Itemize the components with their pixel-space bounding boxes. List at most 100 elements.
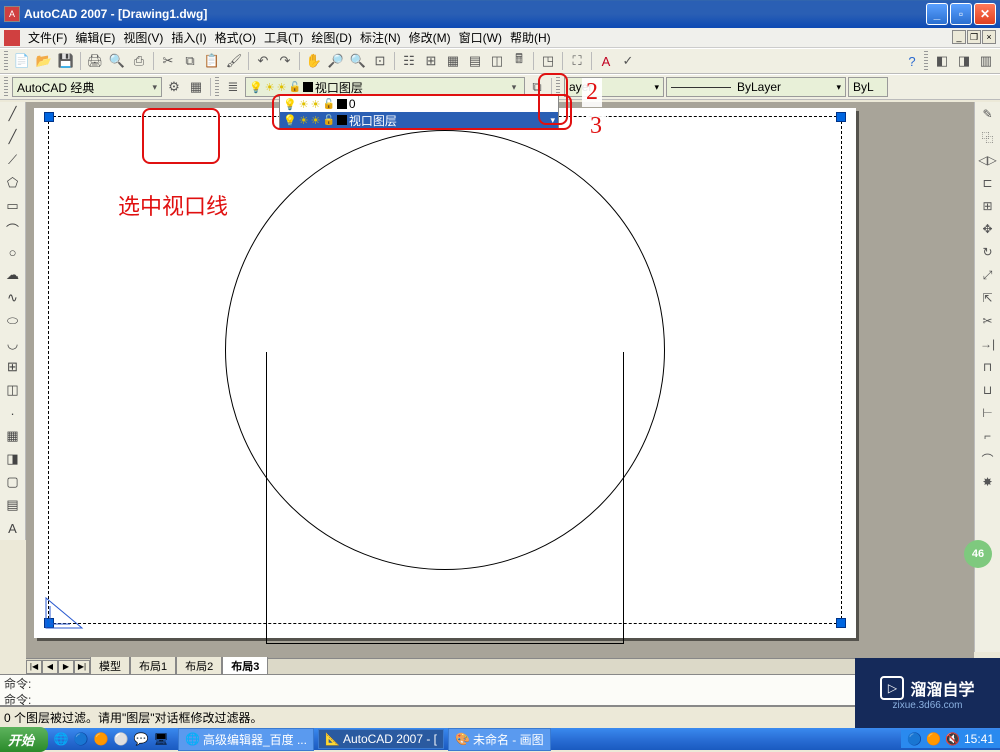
doc-minimize-button[interactable]: _ <box>952 30 966 44</box>
revcloud-icon[interactable]: ☁ <box>3 265 23 285</box>
toolbar-grip[interactable] <box>4 51 8 71</box>
close-button[interactable]: ✕ <box>974 3 996 25</box>
cut-icon[interactable]: ✂ <box>158 51 178 71</box>
region-icon[interactable]: ▢ <box>3 472 23 492</box>
print-icon[interactable]: 🖨 <box>85 51 105 71</box>
layer-properties-icon[interactable]: ≣ <box>223 77 243 97</box>
start-button[interactable]: 开始 <box>0 727 48 752</box>
preview-icon[interactable]: 🔍 <box>107 51 127 71</box>
layer-dropdown-item[interactable]: 💡 ☀ ☀ 🔓 视口图层 ▾ <box>280 112 558 128</box>
menu-window[interactable]: 窗口(W) <box>455 27 506 48</box>
minimize-button[interactable]: _ <box>926 3 948 25</box>
open-icon[interactable]: 📂 <box>34 51 54 71</box>
system-tray[interactable]: 🔵 🟠 🔇 15:41 <box>901 730 1000 748</box>
app-icon[interactable]: 💬 <box>132 730 150 748</box>
workspace-save-icon[interactable]: ▦ <box>186 77 206 97</box>
layer-dropdown-list[interactable]: 💡 ☀ ☀ 🔓 0 💡 ☀ ☀ 🔓 视口图层 ▾ <box>279 95 559 129</box>
tray-icon[interactable]: 🔇 <box>945 732 960 746</box>
extend-icon[interactable]: →| <box>978 334 998 354</box>
sheet-set-icon[interactable]: ▤ <box>465 51 485 71</box>
a-icon[interactable]: A <box>596 51 616 71</box>
fillet-icon[interactable]: ⌒ <box>978 449 998 469</box>
ie-icon[interactable]: 🌐 <box>52 730 70 748</box>
markup-icon[interactable]: ◫ <box>487 51 507 71</box>
color-combo[interactable]: ayer ▾ <box>564 77 664 97</box>
block-editor-icon[interactable]: ◳ <box>538 51 558 71</box>
line-icon[interactable]: ╱ <box>3 104 23 124</box>
hatch-icon[interactable]: ▦ <box>3 426 23 446</box>
workspace-settings-icon[interactable]: ⚙ <box>164 77 184 97</box>
taskbar-item[interactable]: 🌐高级编辑器_百度 ... <box>178 728 314 751</box>
grip-handle[interactable] <box>44 112 54 122</box>
menu-edit[interactable]: 编辑(E) <box>71 27 119 48</box>
toolbar-grip[interactable] <box>924 51 928 71</box>
misc-icon[interactable]: ◧ <box>932 51 952 71</box>
tab-last-icon[interactable]: ▶| <box>74 660 90 674</box>
array-icon[interactable]: ⊞ <box>978 196 998 216</box>
ellipse-arc-icon[interactable]: ◡ <box>3 334 23 354</box>
quickcalc-icon[interactable]: 🖩 <box>509 51 529 71</box>
stretch-icon[interactable]: ⇱ <box>978 288 998 308</box>
menu-tools[interactable]: 工具(T) <box>260 27 307 48</box>
layer-states-icon[interactable]: ⧉ <box>527 77 547 97</box>
tray-icon[interactable]: 🟠 <box>926 732 941 746</box>
toolbar-grip[interactable] <box>215 77 219 97</box>
doc-close-button[interactable]: × <box>982 30 996 44</box>
offset-icon[interactable]: ⊏ <box>978 173 998 193</box>
menu-help[interactable]: 帮助(H) <box>506 27 555 48</box>
join-icon[interactable]: ⊢ <box>978 403 998 423</box>
drawing-area[interactable] <box>26 102 974 658</box>
doc-restore-button[interactable]: ❐ <box>967 30 981 44</box>
zoom-win-icon[interactable]: ⊡ <box>370 51 390 71</box>
save-icon[interactable]: 💾 <box>56 51 76 71</box>
move-icon[interactable]: ✥ <box>978 219 998 239</box>
menu-modify[interactable]: 修改(M) <box>405 27 455 48</box>
dc-icon[interactable]: ⊞ <box>421 51 441 71</box>
menu-format[interactable]: 格式(O) <box>211 27 260 48</box>
toolbar-grip[interactable] <box>4 77 8 97</box>
insert-block-icon[interactable]: ⊞ <box>3 357 23 377</box>
chamfer-icon[interactable]: ⌐ <box>978 426 998 446</box>
break-icon[interactable]: ⊔ <box>978 380 998 400</box>
standards-icon[interactable]: ✓ <box>618 51 638 71</box>
help-icon[interactable]: ? <box>902 51 922 71</box>
rectangle-icon[interactable]: ▭ <box>3 196 23 216</box>
menu-insert[interactable]: 插入(I) <box>167 27 210 48</box>
zoom-prev-icon[interactable]: 🔍 <box>348 51 368 71</box>
circle-icon[interactable]: ○ <box>3 242 23 262</box>
undo-icon[interactable]: ↶ <box>253 51 273 71</box>
make-block-icon[interactable]: ◫ <box>3 380 23 400</box>
lineweight-combo[interactable]: ByL <box>848 77 888 97</box>
misc-icon[interactable]: ◨ <box>954 51 974 71</box>
command-input[interactable]: 命令: <box>0 691 1000 706</box>
gradient-icon[interactable]: ◨ <box>3 449 23 469</box>
taskbar-item[interactable]: 📐AutoCAD 2007 - [ <box>318 729 444 749</box>
copy-icon[interactable]: ⧉ <box>180 51 200 71</box>
linetype-combo[interactable]: ByLayer ▾ <box>666 77 846 97</box>
chrome-icon[interactable]: 🔵 <box>72 730 90 748</box>
misc-icon[interactable]: ▥ <box>976 51 996 71</box>
ellipse-icon[interactable]: ⬭ <box>3 311 23 331</box>
workspace-combo[interactable]: AutoCAD 经典 ▾ <box>12 77 162 97</box>
toolbar-grip[interactable] <box>556 77 560 97</box>
copy-obj-icon[interactable]: ⿻ <box>978 127 998 147</box>
tray-icon[interactable]: 🔵 <box>907 732 922 746</box>
app-icon[interactable]: 🟠 <box>92 730 110 748</box>
menu-view[interactable]: 视图(V) <box>119 27 167 48</box>
break-point-icon[interactable]: ⊓ <box>978 357 998 377</box>
layer-dropdown-item[interactable]: 💡 ☀ ☀ 🔓 0 <box>280 96 558 112</box>
tab-first-icon[interactable]: |◀ <box>26 660 42 674</box>
spline-icon[interactable]: ∿ <box>3 288 23 308</box>
pan-icon[interactable]: ✋ <box>304 51 324 71</box>
publish-icon[interactable]: ⎙ <box>129 51 149 71</box>
menu-draw[interactable]: 绘图(D) <box>307 27 356 48</box>
polygon-icon[interactable]: ⬠ <box>3 173 23 193</box>
xline-icon[interactable]: ╱ <box>3 127 23 147</box>
scale-icon[interactable]: ⤢ <box>978 265 998 285</box>
clean-screen-icon[interactable]: ⛶ <box>567 51 587 71</box>
maximize-button[interactable]: ▫ <box>950 3 972 25</box>
match-prop-icon[interactable]: 🖌 <box>224 51 244 71</box>
arc-icon[interactable]: ⌒ <box>3 219 23 239</box>
explode-icon[interactable]: ✸ <box>978 472 998 492</box>
grip-handle[interactable] <box>836 618 846 628</box>
